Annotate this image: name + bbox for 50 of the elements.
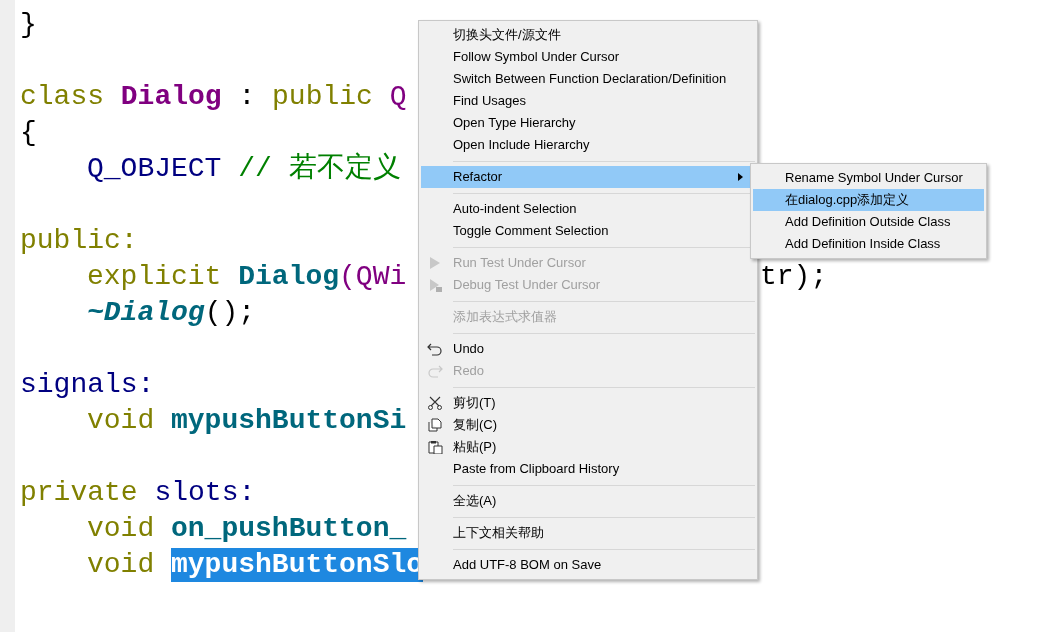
function-name: Dialog [238,260,340,294]
keyword: public: [20,224,138,258]
menu-item[interactable]: Undo [421,338,755,360]
menu-item[interactable]: Follow Symbol Under Cursor [421,46,755,68]
code-text: { [20,116,37,150]
menu-item[interactable]: Rename Symbol Under Cursor [753,167,984,189]
menu-item[interactable]: Open Include Hierarchy [421,134,755,156]
keyword: class [20,80,104,114]
keyword: void [87,404,155,438]
redo-icon [427,364,443,378]
selected-text: mypushButtonSlo [171,548,424,582]
code-text: tr); [760,260,828,294]
keyword: explicit [87,260,222,294]
code-comment: // 若不定义 [238,151,401,186]
menu-item[interactable]: Find Usages [421,90,755,112]
access-label: slots: [154,476,256,510]
menu-item[interactable]: 全选(A) [421,490,755,512]
scissors-icon [427,396,443,410]
code-text: } [20,8,37,42]
menu-item[interactable]: Add Definition Outside Class [753,211,984,233]
access-label: signals: [20,368,155,402]
menu-item[interactable]: Add UTF-8 BOM on Save [421,554,755,576]
code-text: (); [204,296,256,330]
menu-item[interactable]: 切换头文件/源文件 [421,24,755,46]
menu-item[interactable]: 上下文相关帮助 [421,522,755,544]
menu-item[interactable]: 在dialog.cpp添加定义 [753,189,984,211]
type-name: Q [389,80,407,114]
type-name: (QWi [339,260,407,294]
submenu-arrow-icon [738,173,743,181]
menu-item[interactable]: Open Type Hierarchy [421,112,755,134]
menu-item[interactable]: 粘贴(P) [421,436,755,458]
keyword: void [87,548,155,582]
copy-icon [427,418,443,432]
menu-item[interactable]: 剪切(T) [421,392,755,414]
menu-item[interactable]: 复制(C) [421,414,755,436]
menu-item[interactable]: Paste from Clipboard History [421,458,755,480]
keyword: private [20,476,138,510]
macro-name: Q_OBJECT [87,152,222,186]
class-name: Dialog [120,80,222,114]
undo-icon [427,342,443,356]
keyword: void [87,512,155,546]
debug-play-icon [427,278,443,292]
function-name: ~Dialog [87,296,205,330]
code-text: : [238,80,256,114]
paste-icon [427,440,443,454]
function-name: mypushButtonSi [171,404,407,438]
menu-item[interactable]: Add Definition Inside Class [753,233,984,255]
function-name: on_pushButton_ [171,512,407,546]
keyword: public [272,80,373,114]
menu-item[interactable]: Switch Between Function Declaration/Definition [421,68,755,90]
